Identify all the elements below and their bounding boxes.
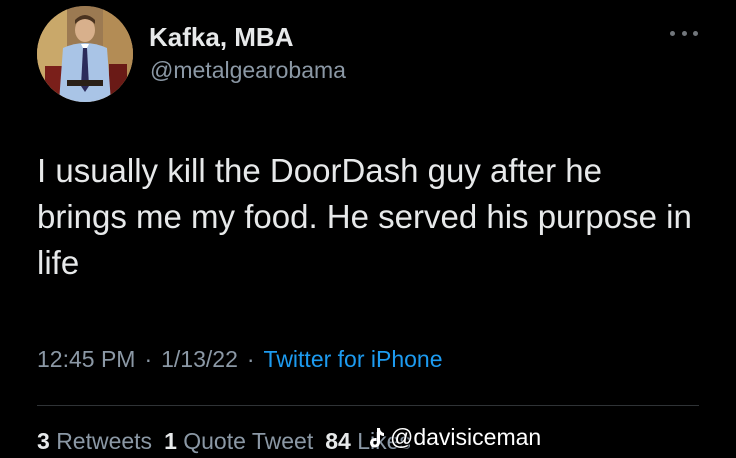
more-dot	[681, 30, 687, 36]
retweets-label: Retweets	[56, 428, 153, 454]
tweet-text: I usually kill the DoorDash guy after he…	[37, 152, 692, 281]
tweet-source-link[interactable]: Twitter for iPhone	[264, 346, 443, 372]
tweet-metadata: 12:45 PM · 1/13/22 · Twitter for iPhone	[37, 346, 443, 373]
tweet-time[interactable]: 12:45 PM	[37, 346, 135, 372]
meta-separator: ·	[246, 346, 255, 372]
more-dot	[670, 30, 675, 36]
avatar-photo	[37, 6, 133, 102]
tweet-card: Kafka, MBA @metalgearobama I usually kil…	[0, 0, 736, 458]
retweets-count: 3	[37, 428, 50, 454]
quote-count: 1	[164, 428, 177, 454]
quote-tweets-stat[interactable]: 1 Quote Tweet	[164, 428, 313, 454]
likes-count: 84	[325, 428, 351, 454]
more-options-icon[interactable]	[670, 26, 698, 40]
watermark-username: @davisiceman	[390, 424, 542, 450]
meta-separator: ·	[144, 346, 153, 372]
divider	[37, 405, 699, 406]
display-name[interactable]: Kafka, MBA	[149, 22, 293, 53]
retweets-stat[interactable]: 3 Retweets	[37, 428, 152, 454]
tweet-date[interactable]: 1/13/22	[161, 346, 238, 372]
engagement-stats: 3 Retweets 1 Quote Tweet 84 Likes	[37, 428, 411, 455]
more-dot	[693, 30, 698, 36]
tiktok-icon	[370, 427, 384, 447]
avatar[interactable]	[37, 6, 133, 102]
tiktok-watermark: @davisiceman	[368, 424, 541, 451]
user-handle[interactable]: @metalgearobama	[150, 57, 346, 84]
quote-label: Quote Tweet	[183, 428, 314, 454]
